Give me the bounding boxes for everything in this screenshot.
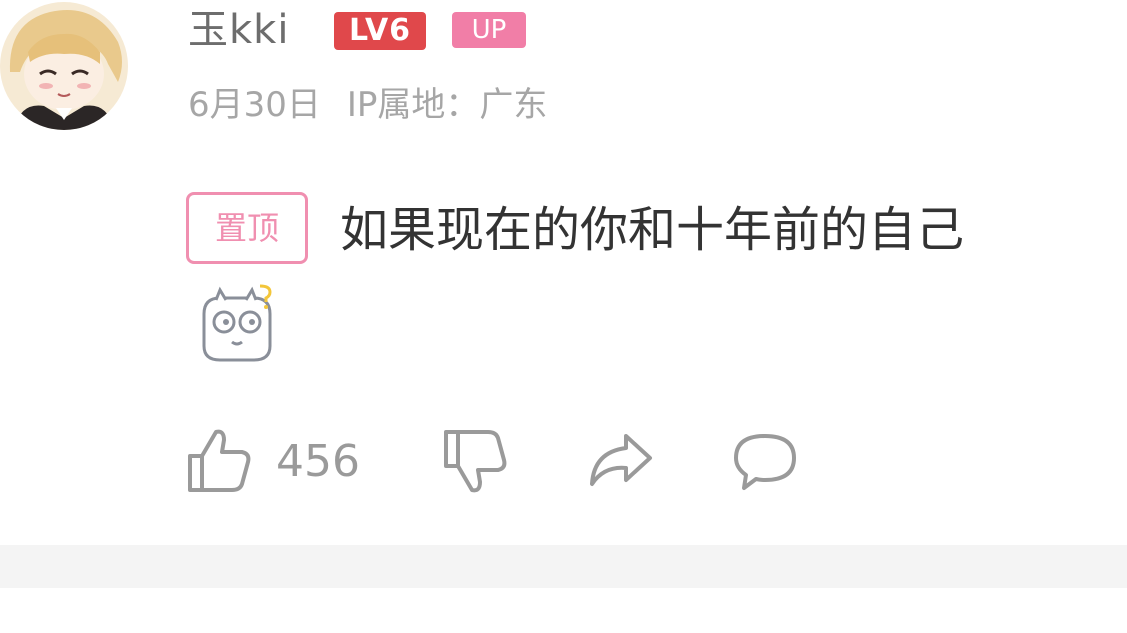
- ip-location: IP属地：广东: [346, 85, 548, 125]
- username[interactable]: 玉kki: [188, 4, 289, 56]
- thumbs-up-icon[interactable]: [186, 426, 252, 494]
- pinned-tag: 置顶: [186, 192, 308, 264]
- like-count: 456: [276, 436, 360, 487]
- section-divider: [0, 545, 1127, 588]
- comment-screen: 玉kki LV6 UP 6月30日 IP属地：广东 置顶 如果现在的你和十年前的自…: [0, 0, 1127, 633]
- avatar[interactable]: [0, 2, 128, 130]
- thumbs-down-icon[interactable]: [442, 426, 508, 496]
- up-badge: UP: [452, 12, 526, 48]
- level-badge: LV6: [334, 12, 426, 50]
- comment-text: 如果现在的你和十年前的自己: [340, 202, 965, 258]
- share-icon[interactable]: [586, 430, 656, 490]
- comment-meta: 6月30日 IP属地：广东: [188, 80, 547, 130]
- sticker-emoji-icon: [196, 284, 278, 366]
- comment-date: 6月30日: [188, 85, 321, 125]
- reply-icon[interactable]: [730, 430, 800, 492]
